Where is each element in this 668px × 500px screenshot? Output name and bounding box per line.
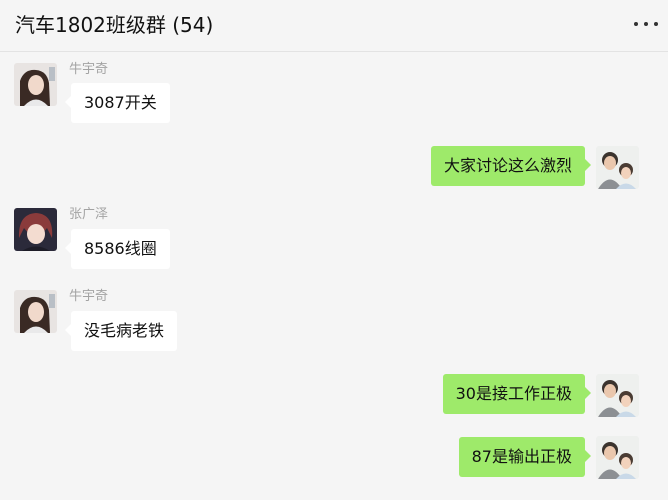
chat-header: 汽车1802班级群 (54) bbox=[0, 0, 668, 52]
sender-name: 张广泽 bbox=[69, 207, 109, 222]
sender-name: 牛宇奇 bbox=[69, 62, 109, 77]
message-bubble[interactable]: 8586线圈 bbox=[65, 229, 170, 269]
avatar-anime-icon[interactable] bbox=[14, 208, 57, 251]
avatar-family-icon[interactable] bbox=[596, 374, 639, 417]
avatar-girl-icon[interactable] bbox=[14, 63, 57, 106]
avatar-family-icon[interactable] bbox=[596, 146, 639, 189]
message-bubble[interactable]: 没毛病老铁 bbox=[64, 311, 178, 351]
message-bubble[interactable]: 87是输出正极 bbox=[458, 437, 592, 477]
avatar-girl-icon[interactable] bbox=[14, 290, 57, 333]
message-bubble[interactable]: 大家讨论这么激烈 bbox=[430, 146, 592, 186]
message-bubble[interactable]: 3087开关 bbox=[65, 83, 170, 123]
avatar-family-icon[interactable] bbox=[596, 436, 639, 479]
chat-title: 汽车1802班级群 (54) bbox=[15, 13, 214, 37]
message-bubble[interactable]: 30是接工作正极 bbox=[442, 374, 592, 414]
more-dots-icon[interactable] bbox=[634, 15, 658, 33]
sender-name: 牛宇奇 bbox=[69, 289, 109, 304]
